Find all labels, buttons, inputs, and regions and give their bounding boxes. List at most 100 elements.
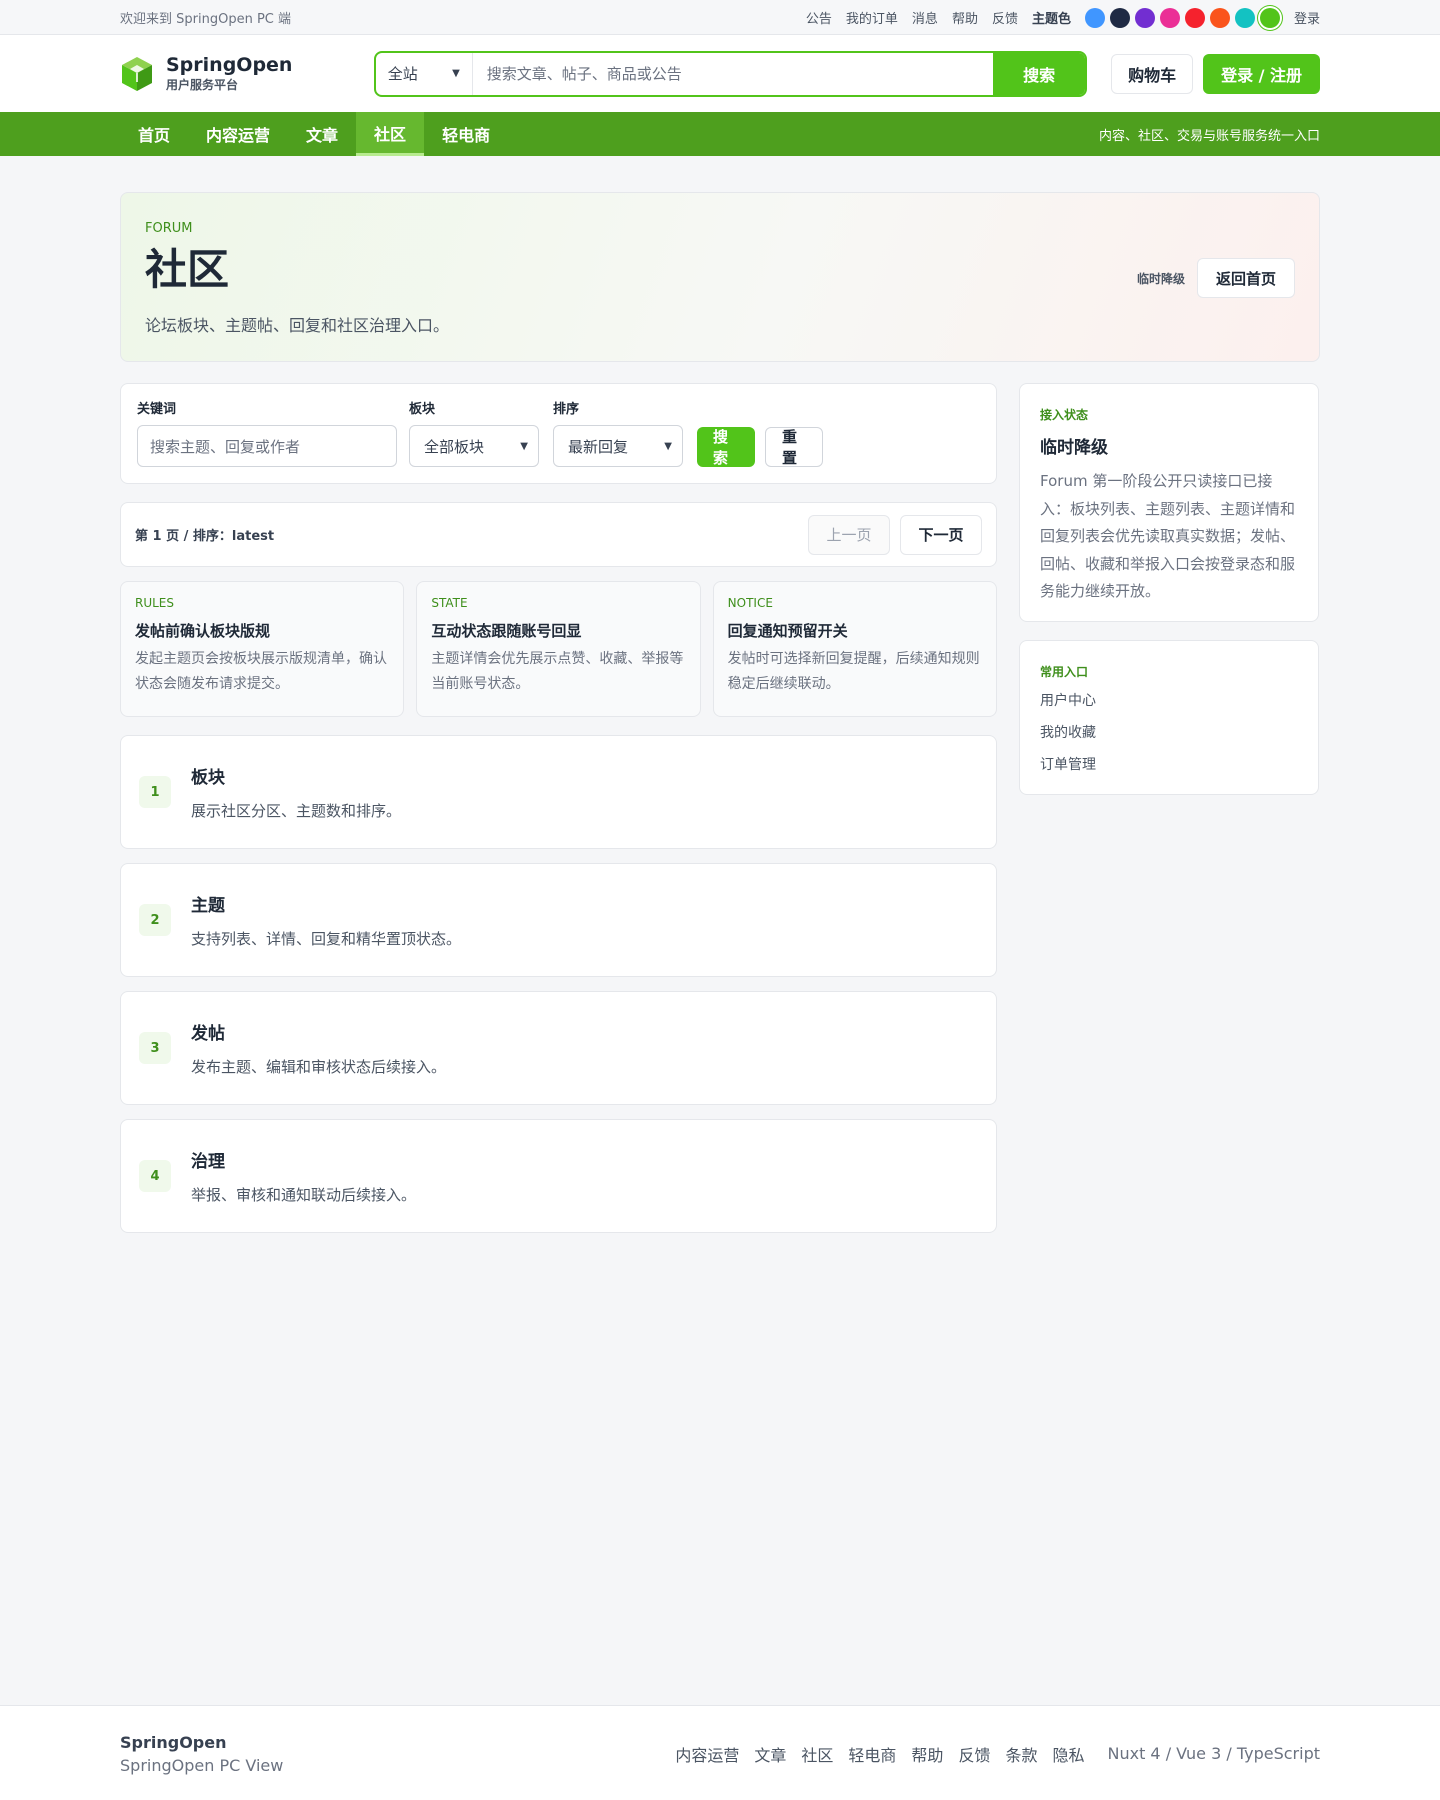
theme-swatch-magenta[interactable] [1159,7,1180,28]
feature-number: 4 [139,1160,171,1192]
board-select[interactable]: 全部板块 ▼ [409,425,539,467]
notice-title: 互动状态跟随账号回显 [431,622,582,640]
degraded-status-badge: 临时降级 [1136,271,1185,286]
top-link-announcement[interactable]: 公告 [806,8,832,27]
footer-link-feedback[interactable]: 反馈 [958,1742,990,1766]
notice-text: 发帖时可选择新回复提醒，后续通知规则稳定后继续联动。 [727,651,980,692]
notice-cards: RULES 发帖前确认板块版规 发起主题页会按板块展示版规清单，确认状态会随发布… [120,581,997,717]
footer-links: 内容运营 文章 社区 轻电商 帮助 反馈 条款 隐私 Nuxt 4 / Vue … [675,1742,1320,1766]
footer-link-privacy[interactable]: 隐私 [1052,1742,1084,1766]
feature-number: 2 [139,904,171,936]
theme-swatch-green[interactable] [1259,7,1280,28]
prev-page-button[interactable]: 上一页 [808,514,890,555]
top-links: 公告 我的订单 消息 帮助 反馈 主题色 登录 [806,7,1320,28]
nav-slogan: 内容、社区、交易与账号服务统一入口 [1098,128,1320,144]
page-description: 论坛板块、主题帖、回复和社区治理入口。 [145,316,450,335]
welcome-text: 欢迎来到 SpringOpen PC 端 [120,12,291,27]
global-search-input[interactable]: 搜索文章、帖子、商品或公告 [473,53,993,95]
footer-link-articles[interactable]: 文章 [754,1742,786,1766]
feature-title: 主题 [191,896,225,916]
page-hero: FORUM 社区 论坛板块、主题帖、回复和社区治理入口。 临时降级 返回首页 [120,192,1320,362]
global-search: 全站 ▼ 搜索文章、帖子、商品或公告 搜索 [373,50,1088,97]
main-nav: 首页 内容运营 文章 社区 轻电商 内容、社区、交易与账号服务统一入口 [0,112,1440,156]
feature-number: 1 [139,776,171,808]
nav-item-home[interactable]: 首页 [120,112,188,156]
nav-item-content-ops[interactable]: 内容运营 [188,112,288,156]
global-search-button[interactable]: 搜索 [993,52,1086,95]
next-page-button[interactable]: 下一页 [900,514,982,555]
filter-reset-button[interactable]: 重置 [765,427,823,467]
nav-item-articles[interactable]: 文章 [288,112,356,156]
footer-link-content-ops[interactable]: 内容运营 [675,1742,739,1766]
site-footer: SpringOpen SpringOpen PC View 内容运营 文章 社区… [0,1705,1440,1800]
feature-card-governance[interactable]: 4 治理 举报、审核和通知联动后续接入。 [120,1119,997,1233]
theme-swatch-blue[interactable] [1084,7,1105,28]
filter-search-button[interactable]: 搜索 [697,427,755,467]
hero-eyebrow: FORUM [145,221,193,236]
nav-item-community[interactable]: 社区 [356,112,425,156]
notice-card-state: STATE 互动状态跟随账号回显 主题详情会优先展示点赞、收藏、举报等当前账号状… [416,581,701,717]
quick-link-favorites[interactable]: 我的收藏 [1040,722,1298,742]
feature-desc: 展示社区分区、主题数和排序。 [191,802,402,820]
quick-links-tag: 常用入口 [1040,665,1089,679]
chevron-down-icon: ▼ [452,68,460,79]
top-link-my-orders[interactable]: 我的订单 [846,8,898,27]
pagination-bar: 第 1 页 / 排序：latest 上一页 下一页 [120,502,997,567]
top-link-help[interactable]: 帮助 [952,8,978,27]
status-tag: 接入状态 [1040,408,1089,422]
theme-color-label: 主题色 [1031,12,1071,27]
top-bar: 欢迎来到 SpringOpen PC 端 公告 我的订单 消息 帮助 反馈 主题… [0,0,1440,35]
feature-number: 3 [139,1032,171,1064]
theme-swatch-red[interactable] [1184,7,1205,28]
top-link-messages[interactable]: 消息 [912,8,938,27]
feature-desc: 发布主题、编辑和审核状态后续接入。 [191,1058,447,1076]
site-header: SpringOpen 用户服务平台 全站 ▼ 搜索文章、帖子、商品或公告 搜索 … [0,35,1440,112]
top-link-feedback[interactable]: 反馈 [992,8,1018,27]
feature-card-topics[interactable]: 2 主题 支持列表、详情、回复和精华置顶状态。 [120,863,997,977]
footer-link-commerce[interactable]: 轻电商 [848,1742,896,1766]
feature-title: 治理 [191,1152,225,1172]
back-home-button[interactable]: 返回首页 [1197,258,1295,298]
footer-subtitle: SpringOpen PC View [120,1755,284,1775]
sort-label: 排序 [553,402,580,417]
footer-tech-stack: Nuxt 4 / Vue 3 / TypeScript [1107,1744,1320,1763]
feature-card-boards[interactable]: 1 板块 展示社区分区、主题数和排序。 [120,735,997,849]
cart-button[interactable]: 购物车 [1111,53,1194,94]
theme-swatches [1084,7,1280,28]
keyword-input[interactable]: 搜索主题、回复或作者 [137,425,397,467]
notice-tag: RULES [135,596,175,610]
theme-swatch-purple[interactable] [1134,7,1155,28]
quick-link-orders[interactable]: 订单管理 [1040,754,1298,774]
notice-text: 主题详情会优先展示点赞、收藏、举报等当前账号状态。 [431,651,684,692]
footer-link-community[interactable]: 社区 [801,1742,833,1766]
logo-subtitle: 用户服务平台 [166,78,239,92]
nav-item-light-commerce[interactable]: 轻电商 [424,112,508,156]
footer-link-terms[interactable]: 条款 [1005,1742,1037,1766]
notice-text: 发起主题页会按板块展示版规清单，确认状态会随发布请求提交。 [135,651,387,692]
integration-status-card: 接入状态 临时降级 Forum 第一阶段公开只读接口已接入：板块列表、主题列表、… [1019,383,1319,622]
notice-card-notice: NOTICE 回复通知预留开关 发帖时可选择新回复提醒，后续通知规则稳定后继续联… [712,581,997,717]
feature-card-posting[interactable]: 3 发帖 发布主题、编辑和审核状态后续接入。 [120,991,997,1105]
footer-brand: SpringOpen [120,1732,227,1752]
logo[interactable]: SpringOpen 用户服务平台 [120,54,374,93]
theme-swatch-orange[interactable] [1209,7,1230,28]
notice-tag: STATE [431,596,468,610]
board-label: 板块 [409,402,436,417]
top-login-link[interactable]: 登录 [1294,8,1320,27]
search-scope-value: 全站 [387,65,418,83]
footer-link-help[interactable]: 帮助 [911,1742,943,1766]
theme-swatch-navy[interactable] [1109,7,1130,28]
login-register-button[interactable]: 登录 / 注册 [1203,53,1321,94]
keyword-label: 关键词 [137,402,177,417]
search-scope-select[interactable]: 全站 ▼ [376,52,473,95]
sort-select-value: 最新回复 [568,437,629,456]
sort-select[interactable]: 最新回复 ▼ [553,425,683,467]
status-text: Forum 第一阶段公开只读接口已接入：板块列表、主题列表、主题详情和回复列表会… [1040,472,1296,600]
quick-link-user-center[interactable]: 用户中心 [1040,690,1298,710]
feature-title: 板块 [191,768,225,788]
feature-title: 发帖 [191,1024,225,1044]
feature-list: 1 板块 展示社区分区、主题数和排序。 2 主题 支持列表、详情、回复和精华置顶… [120,735,997,1233]
chevron-down-icon: ▼ [520,440,528,452]
theme-swatch-cyan[interactable] [1234,7,1255,28]
notice-tag: NOTICE [727,596,773,610]
